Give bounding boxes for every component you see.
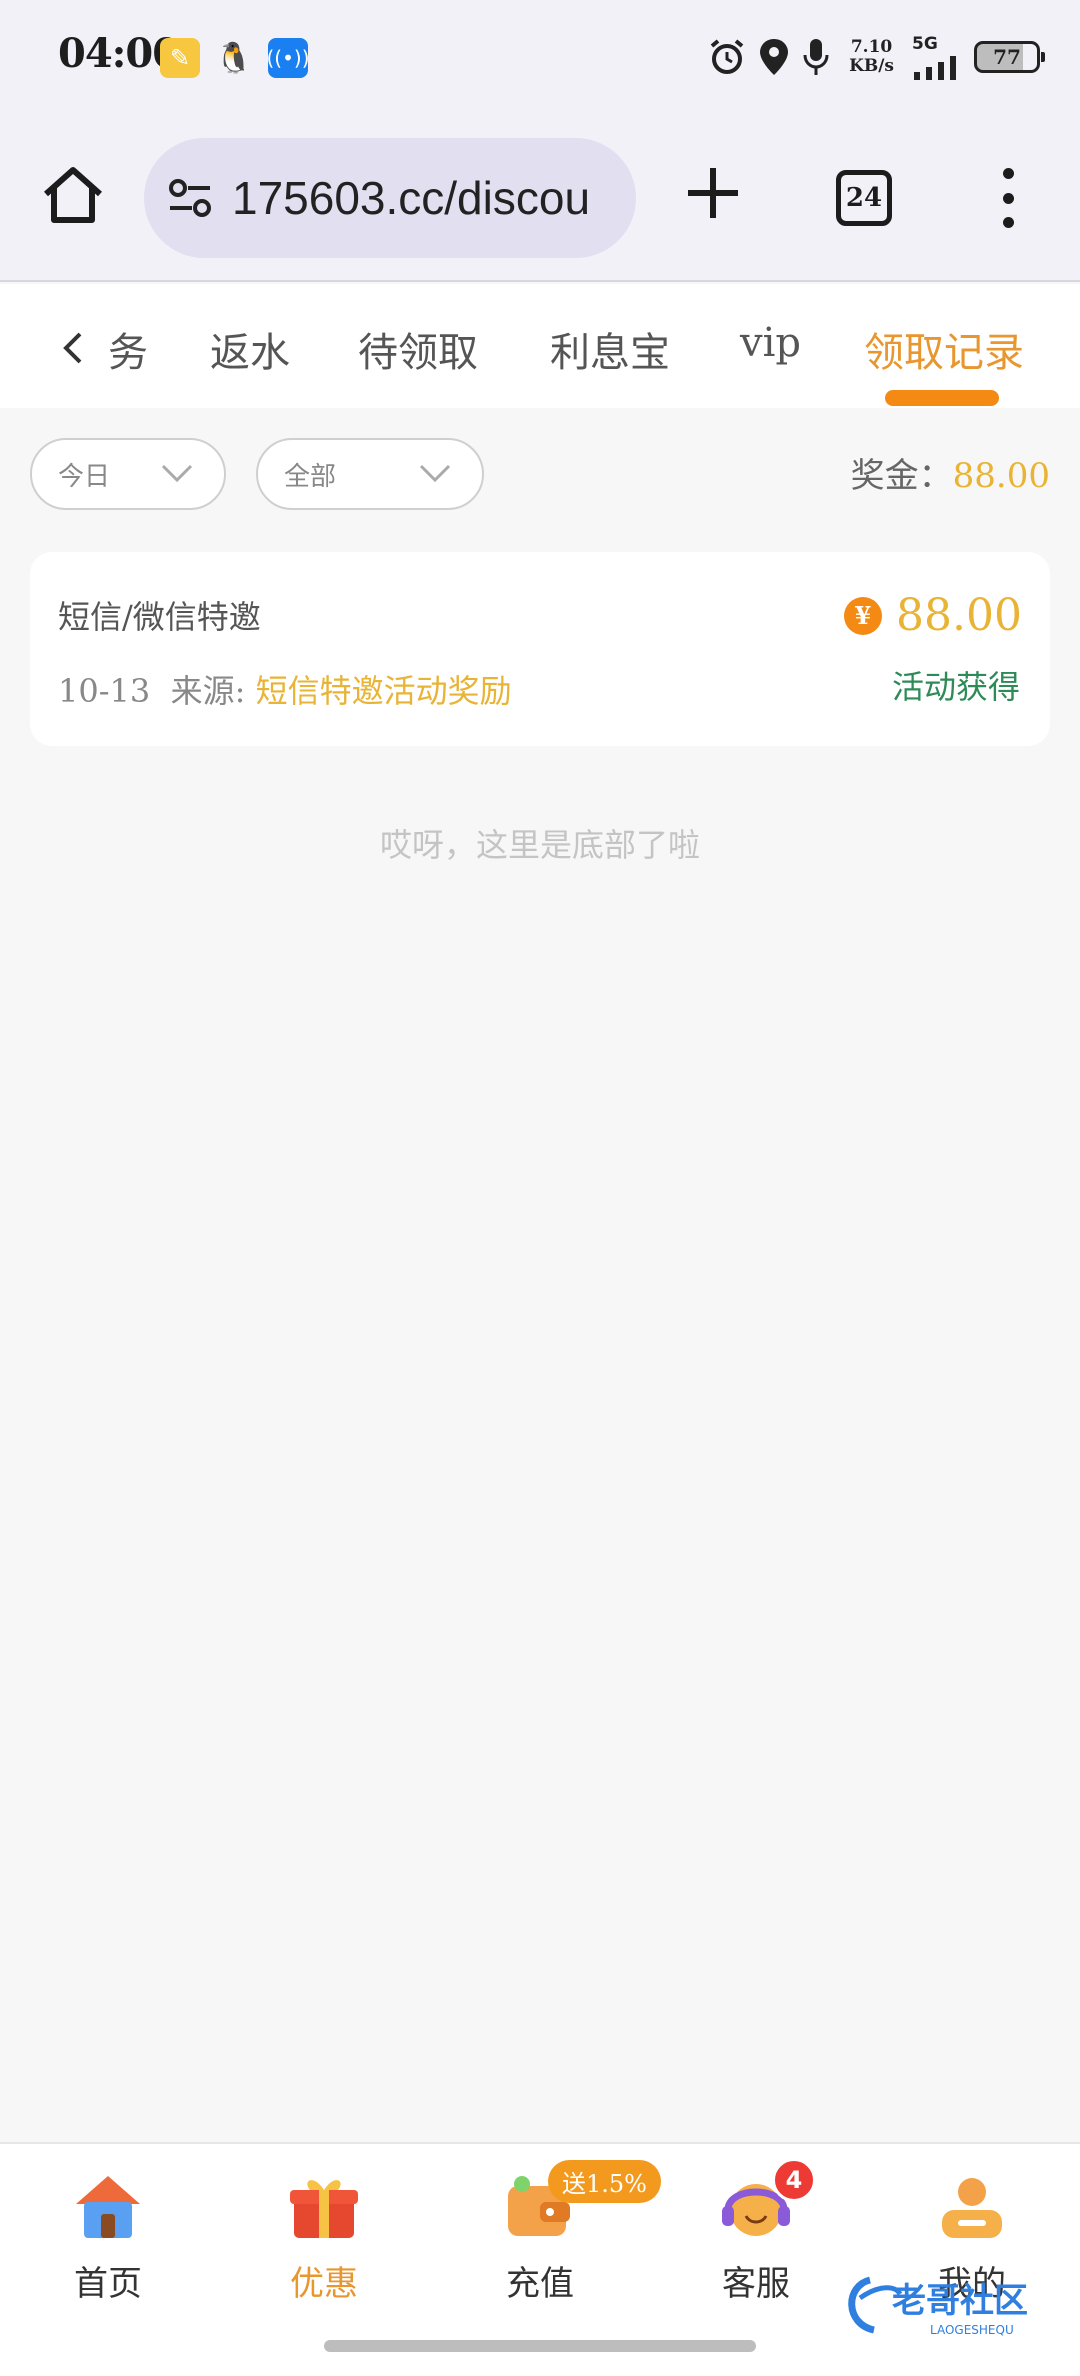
qq-icon: 🐧 (215, 40, 253, 76)
nav-home[interactable]: 首页 (28, 2166, 188, 2305)
watermark-text: 老哥社区 (892, 2281, 1028, 2321)
category-tabs: 务 返水 待领取 利息宝 vip 领取记录 (0, 284, 1080, 408)
profile-icon (942, 2178, 1002, 2238)
battery-indicator: 77 (974, 41, 1045, 73)
nav-promotions-label: 优惠 (290, 2264, 358, 2304)
signal-icon (914, 56, 956, 80)
record-status: 活动获得 (891, 668, 1020, 706)
alarm-icon (710, 39, 744, 74)
active-tab-indicator (885, 390, 999, 406)
microphone-icon (803, 39, 829, 75)
home-icon (76, 2176, 140, 2238)
support-unread-badge: 4 (772, 2158, 816, 2202)
record-source-label: 来源: (170, 672, 246, 710)
address-bar[interactable]: 175603.cc/discou (144, 138, 636, 258)
home-indicator[interactable] (324, 2340, 756, 2352)
tab-interest[interactable]: 利息宝 (550, 320, 670, 378)
record-card: 短信/微信特邀 10-13 来源: 短信特邀活动奖励 ¥ 88.00 活动获得 (30, 552, 1050, 746)
gift-icon (290, 2180, 358, 2238)
location-icon (760, 39, 789, 75)
status-right-icons: 7.10 KB/s 5G 77 (707, 34, 1045, 80)
chevron-left-icon[interactable] (58, 328, 88, 368)
tab-pending[interactable]: 待领取 (358, 320, 478, 378)
chevron-down-icon (419, 464, 451, 483)
nav-support-label: 客服 (722, 2264, 790, 2304)
nav-support[interactable]: 4 客服 (676, 2158, 836, 2305)
nav-home-label: 首页 (74, 2264, 142, 2304)
bonus-total: 奖金：88.00 (851, 448, 1050, 497)
record-date: 10-13 (58, 672, 151, 710)
tab-task[interactable]: 务 (108, 320, 148, 378)
network-type: 5G (912, 34, 938, 54)
record-amount: 88.00 (896, 590, 1022, 641)
url-text[interactable]: 175603.cc/discou (232, 171, 590, 225)
nav-deposit[interactable]: 送1.5% 充值 (460, 2160, 661, 2305)
record-amount-block: ¥ 88.00 (844, 590, 1022, 641)
tab-vip[interactable]: vip (740, 320, 801, 366)
date-filter-value: 今日 (58, 461, 111, 492)
hotspot-icon: ((•)) (267, 38, 310, 78)
watermark-logo: 老哥社区 LAOGESHEQU (848, 2276, 1028, 2337)
net-speed-value: 7.10 (850, 37, 893, 57)
yen-icon: ¥ (844, 596, 883, 635)
bonus-total-amount: 88.00 (952, 456, 1050, 496)
bonus-total-label: 奖金： (850, 456, 953, 496)
notification-icons: ✎ 🐧 ((•)) (160, 38, 310, 78)
menu-dot (1002, 217, 1014, 228)
net-speed-unit: KB/s (849, 56, 894, 76)
nav-promotions[interactable]: 优惠 (244, 2166, 404, 2305)
nav-deposit-label: 充值 (506, 2264, 574, 2304)
record-meta: 10-13 来源: 短信特邀活动奖励 (58, 666, 512, 712)
net-speed: 7.10 KB/s (849, 38, 894, 76)
type-filter-dropdown[interactable]: 全部 (256, 438, 484, 510)
record-title: 短信/微信特邀 (58, 598, 261, 636)
type-filter-value: 全部 (284, 461, 337, 492)
menu-dot (1002, 168, 1014, 179)
chevron-down-icon (161, 464, 193, 483)
browser-header: 04:00 ✎ 🐧 ((•)) 7.10 KB/s 5G 77 175603.c… (0, 0, 1080, 282)
new-tab-icon[interactable] (680, 160, 746, 226)
site-settings-icon[interactable] (166, 174, 214, 222)
deposit-promo-badge: 送1.5% (548, 2160, 661, 2203)
date-filter-dropdown[interactable]: 今日 (30, 438, 226, 510)
menu-dot (1002, 192, 1014, 204)
more-menu-icon[interactable] (996, 168, 1020, 228)
tab-rebate[interactable]: 返水 (210, 320, 290, 378)
app-notification-icon: ✎ (160, 38, 200, 78)
record-source: 短信特邀活动奖励 (255, 672, 512, 710)
signal-block: 5G (912, 34, 964, 80)
tab-switcher-button[interactable]: 24 (836, 170, 892, 226)
end-of-list-message: 哎呀，这里是底部了啦 (379, 826, 700, 864)
watermark-subtext: LAOGESHEQU (930, 2323, 1014, 2337)
home-icon[interactable] (38, 160, 108, 230)
tab-claim-records[interactable]: 领取记录 (864, 320, 1024, 378)
